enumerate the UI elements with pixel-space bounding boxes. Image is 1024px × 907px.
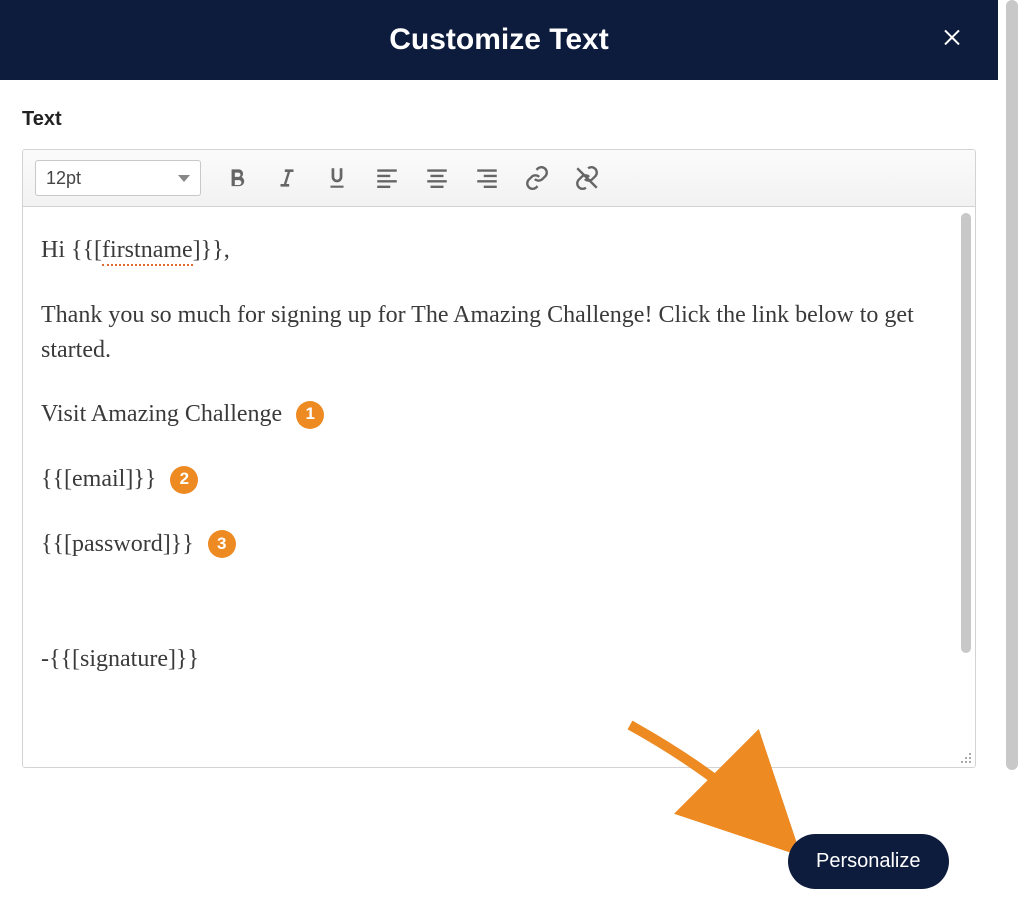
editor-toolbar: 12pt: [23, 150, 975, 207]
modal-header: Customize Text: [0, 0, 998, 80]
chevron-down-icon: [178, 175, 190, 182]
link-icon[interactable]: [523, 164, 551, 192]
visit-challenge-text: Visit Amazing Challenge: [41, 397, 282, 432]
editor-content-area[interactable]: Hi {{[firstname]}}, Thank you so much fo…: [23, 207, 975, 767]
font-size-select[interactable]: 12pt: [35, 160, 201, 196]
field-label-text: Text: [22, 108, 976, 131]
align-center-icon[interactable]: [423, 164, 451, 192]
page-scrollbar[interactable]: [1006, 0, 1018, 770]
callout-line-1: Visit Amazing Challenge 1: [41, 397, 929, 432]
unlink-icon[interactable]: [573, 164, 601, 192]
modal-body: Text 12pt: [0, 80, 998, 788]
merge-token-firstname: firstname: [102, 237, 193, 266]
rich-text-editor: 12pt: [22, 149, 976, 768]
callout-line-2: {{[email]}} 2: [41, 462, 929, 497]
underline-icon[interactable]: [323, 164, 351, 192]
editor-scrollbar[interactable]: [961, 213, 971, 653]
body-paragraph: Thank you so much for signing up for The…: [41, 298, 929, 368]
italic-icon[interactable]: [273, 164, 301, 192]
align-right-icon[interactable]: [473, 164, 501, 192]
personalize-button[interactable]: Personalize: [788, 834, 949, 889]
editor-text[interactable]: Hi {{[firstname]}}, Thank you so much fo…: [23, 207, 947, 767]
signature-line: -{{[signature]}}: [41, 642, 929, 677]
badge-1: 1: [296, 401, 324, 429]
font-size-value: 12pt: [46, 168, 81, 189]
callout-line-3: {{[password]}} 3: [41, 527, 929, 562]
merge-token-password: {{[password]}}: [41, 527, 194, 562]
align-left-icon[interactable]: [373, 164, 401, 192]
resize-handle-icon[interactable]: [959, 751, 973, 765]
bold-icon[interactable]: [223, 164, 251, 192]
merge-token-email: {{[email]}}: [41, 462, 156, 497]
badge-3: 3: [208, 530, 236, 558]
greeting-line: Hi {{[firstname]}},: [41, 233, 929, 268]
modal-title: Customize Text: [389, 23, 608, 57]
close-icon[interactable]: [940, 24, 964, 53]
badge-2: 2: [170, 466, 198, 494]
